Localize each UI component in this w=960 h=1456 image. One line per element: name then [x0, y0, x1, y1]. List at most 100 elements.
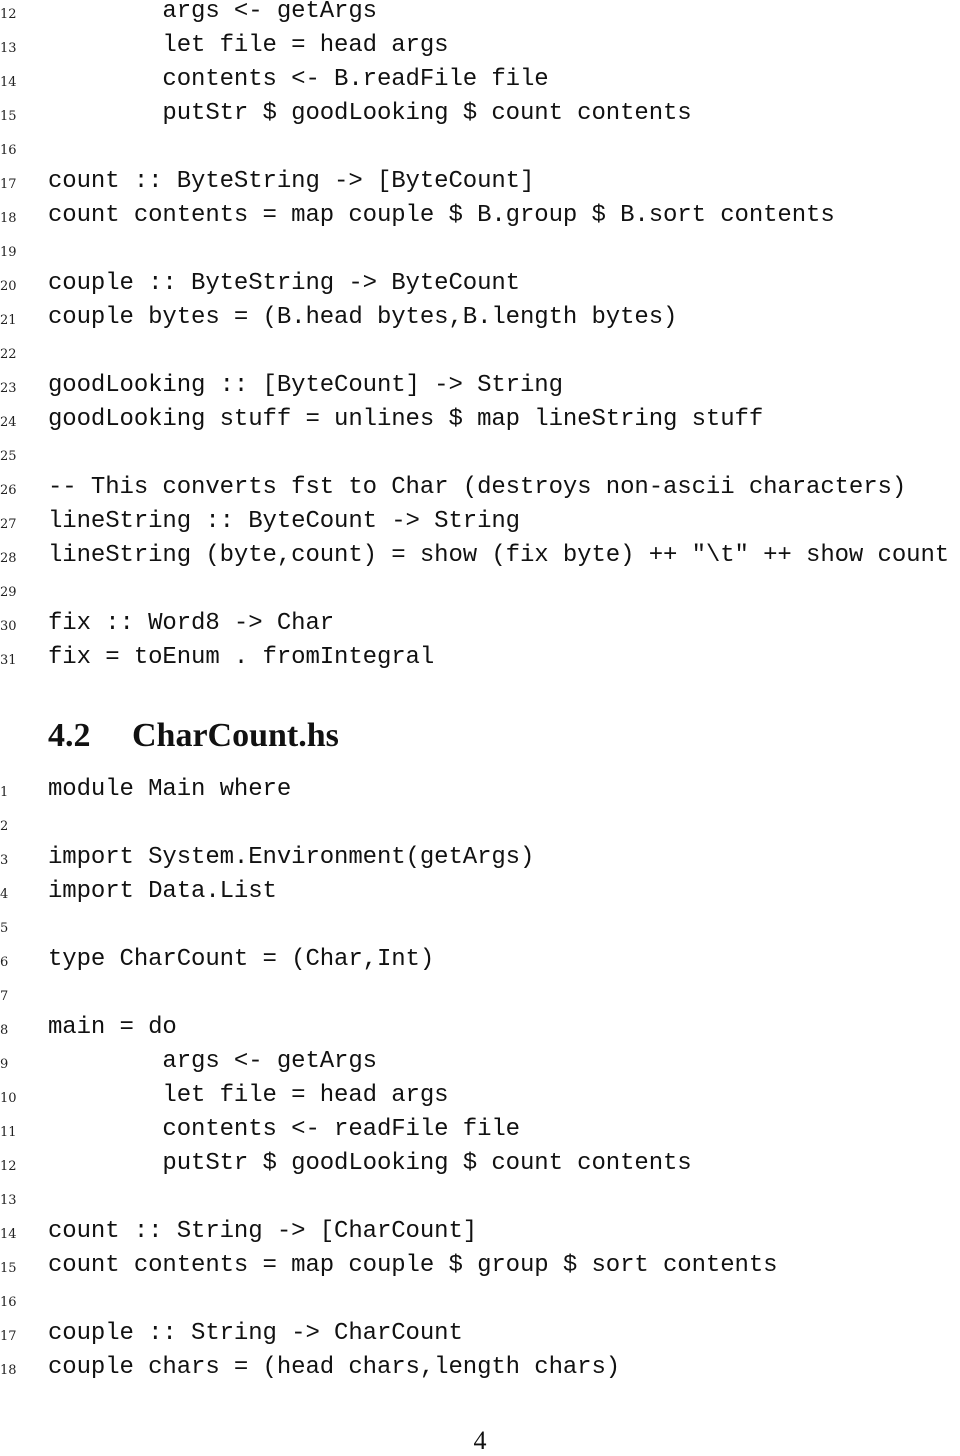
- code-line: 19: [0, 236, 960, 270]
- line-number: 27: [0, 517, 17, 532]
- line-number: 28: [0, 551, 17, 566]
- code-text: lineString (byte,count) = show (fix byte…: [48, 542, 950, 569]
- line-number: 18: [0, 1363, 17, 1378]
- line-number: 1: [0, 785, 9, 800]
- code-line: 27 lineString :: ByteCount -> String: [0, 508, 960, 542]
- code-line: 12 putStr $ goodLooking $ count contents: [0, 1150, 960, 1184]
- code-line: 17 count :: ByteString -> [ByteCount]: [0, 168, 960, 202]
- code-line: 14 contents <- B.readFile file: [0, 66, 960, 100]
- line-number: 31: [0, 653, 17, 668]
- line-number: 15: [0, 1261, 17, 1276]
- code-text: args <- getArgs: [48, 0, 377, 25]
- line-number: 16: [0, 1295, 17, 1310]
- code-text: import System.Environment(getArgs): [48, 844, 535, 871]
- code-line: 18 count contents = map couple $ B.group …: [0, 202, 960, 236]
- code-line: 15 putStr $ goodLooking $ count contents: [0, 100, 960, 134]
- code-line: 13: [0, 1184, 960, 1218]
- code-text: type CharCount = (Char,Int): [48, 946, 435, 973]
- code-line: 3 import System.Environment(getArgs): [0, 844, 960, 878]
- line-number: 13: [0, 1193, 17, 1208]
- line-number: 17: [0, 177, 17, 192]
- code-line: 4 import Data.List: [0, 878, 960, 912]
- code-text: main = do: [48, 1014, 177, 1041]
- code-text: args <- getArgs: [48, 1048, 377, 1075]
- line-number: 10: [0, 1091, 17, 1106]
- code-text: goodLooking stuff = unlines $ map lineSt…: [48, 406, 764, 433]
- line-number: 14: [0, 75, 17, 90]
- code-line: 2: [0, 810, 960, 844]
- line-number: 11: [0, 1125, 17, 1140]
- code-line: 22: [0, 338, 960, 372]
- code-line: 15 count contents = map couple $ group $ …: [0, 1252, 960, 1286]
- line-number: 30: [0, 619, 17, 634]
- code-text: couple chars = (head chars,length chars): [48, 1354, 621, 1381]
- code-text: couple :: String -> CharCount: [48, 1320, 463, 1347]
- code-text: import Data.List: [48, 878, 277, 905]
- line-number: 12: [0, 7, 17, 22]
- code-line: 12 args <- getArgs: [0, 0, 960, 32]
- code-line: 5: [0, 912, 960, 946]
- section-title: CharCount.hs: [132, 717, 339, 754]
- section-number: 4.2: [48, 717, 91, 754]
- code-text: count :: String -> [CharCount]: [48, 1218, 478, 1245]
- code-line: 11 contents <- readFile file: [0, 1116, 960, 1150]
- code-line: 7: [0, 980, 960, 1014]
- code-text: contents <- B.readFile file: [48, 66, 549, 93]
- code-line: 24 goodLooking stuff = unlines $ map line…: [0, 406, 960, 440]
- code-line: 28 lineString (byte,count) = show (fix by…: [0, 542, 960, 576]
- code-line: 18 couple chars = (head chars,length char…: [0, 1354, 960, 1388]
- line-number: 21: [0, 313, 17, 328]
- line-number: 15: [0, 109, 17, 124]
- code-text: couple bytes = (B.head bytes,B.length by…: [48, 304, 678, 331]
- code-line: 17 couple :: String -> CharCount: [0, 1320, 960, 1354]
- code-text: goodLooking :: [ByteCount] -> String: [48, 372, 563, 399]
- code-line: 14 count :: String -> [CharCount]: [0, 1218, 960, 1252]
- code-text: putStr $ goodLooking $ count contents: [48, 1150, 692, 1177]
- code-text: let file = head args: [48, 32, 449, 59]
- code-line: 8 main = do: [0, 1014, 960, 1048]
- code-line: 16: [0, 134, 960, 168]
- code-line: 21 couple bytes = (B.head bytes,B.length …: [0, 304, 960, 338]
- code-line: 16: [0, 1286, 960, 1320]
- code-line: 10 let file = head args: [0, 1082, 960, 1116]
- code-text: let file = head args: [48, 1082, 449, 1109]
- code-text: couple :: ByteString -> ByteCount: [48, 270, 520, 297]
- line-number: 6: [0, 955, 9, 970]
- code-text: putStr $ goodLooking $ count contents: [48, 100, 692, 127]
- code-line: 9 args <- getArgs: [0, 1048, 960, 1082]
- line-number: 3: [0, 853, 9, 868]
- line-number: 8: [0, 1023, 9, 1038]
- code-text: fix :: Word8 -> Char: [48, 610, 335, 637]
- line-number: 17: [0, 1329, 17, 1344]
- code-line: 20 couple :: ByteString -> ByteCount: [0, 270, 960, 304]
- code-line: 23 goodLooking :: [ByteCount] -> String: [0, 372, 960, 406]
- line-number: 25: [0, 449, 17, 464]
- line-number: 20: [0, 279, 17, 294]
- code-line: 29: [0, 576, 960, 610]
- code-line: 26 -- This converts fst to Char (destroys…: [0, 474, 960, 508]
- line-number: 2: [0, 819, 9, 834]
- code-line: 6 type CharCount = (Char,Int): [0, 946, 960, 980]
- code-text: count contents = map couple $ group $ so…: [48, 1252, 778, 1279]
- code-text: contents <- readFile file: [48, 1116, 520, 1143]
- code-line: 25: [0, 440, 960, 474]
- code-line: 31 fix = toEnum . fromIntegral: [0, 644, 960, 678]
- code-text: module Main where: [48, 776, 292, 803]
- line-number: 7: [0, 989, 9, 1004]
- line-number: 23: [0, 381, 17, 396]
- line-number: 12: [0, 1159, 17, 1174]
- line-number: 29: [0, 585, 17, 600]
- line-number: 5: [0, 921, 9, 936]
- line-number: 16: [0, 143, 17, 158]
- code-text: -- This converts fst to Char (destroys n…: [48, 474, 907, 501]
- section-heading: 4.2 CharCount.hs: [48, 717, 339, 755]
- code-text: fix = toEnum . fromIntegral: [48, 644, 435, 671]
- line-number: 18: [0, 211, 17, 226]
- code-text: count contents = map couple $ B.group $ …: [48, 202, 835, 229]
- line-number: 24: [0, 415, 17, 430]
- code-text: count :: ByteString -> [ByteCount]: [48, 168, 535, 195]
- code-line: 30 fix :: Word8 -> Char: [0, 610, 960, 644]
- line-number: 26: [0, 483, 17, 498]
- line-number: 22: [0, 347, 17, 362]
- code-text: lineString :: ByteCount -> String: [48, 508, 520, 535]
